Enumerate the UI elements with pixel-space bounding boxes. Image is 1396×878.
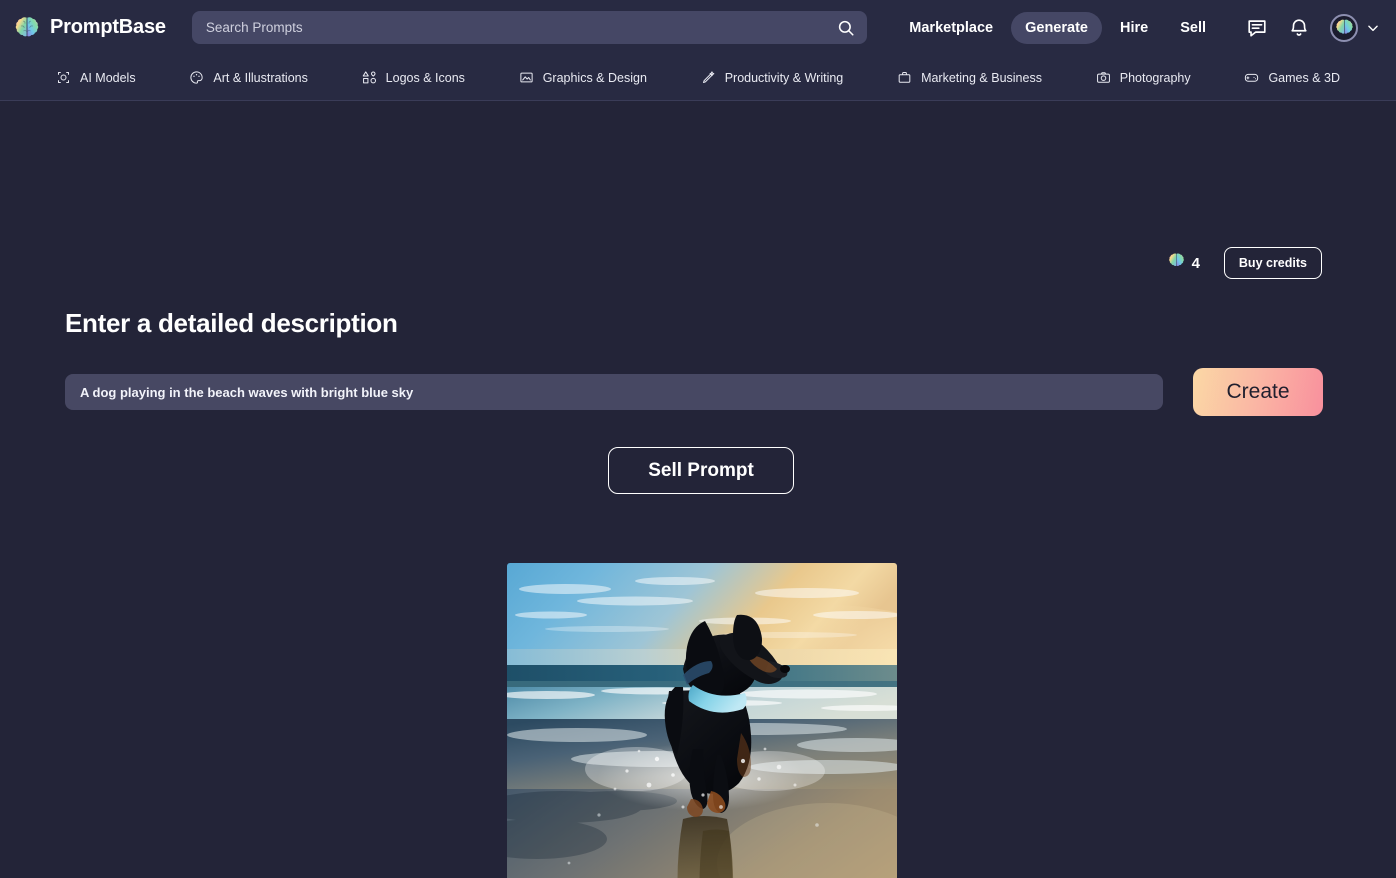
category-logos-icons[interactable]: Logos & Icons	[362, 70, 465, 85]
credit-brain-icon	[1168, 252, 1185, 274]
user-avatar[interactable]	[1330, 14, 1358, 42]
brand-logo-link[interactable]: PromptBase	[14, 15, 166, 41]
image-icon	[519, 70, 534, 85]
briefcase-icon	[897, 70, 912, 85]
search-input[interactable]	[192, 11, 867, 44]
nav-link-generate[interactable]: Generate	[1011, 12, 1102, 44]
page-title: Enter a detailed description	[65, 308, 398, 339]
credit-count: 4	[1192, 255, 1200, 272]
nav-link-hire[interactable]: Hire	[1106, 12, 1162, 44]
category-graphics-design[interactable]: Graphics & Design	[519, 70, 647, 85]
category-label: AI Models	[80, 71, 136, 85]
category-label: Productivity & Writing	[725, 71, 844, 85]
chevron-down-icon[interactable]	[1366, 21, 1380, 35]
category-label: Games & 3D	[1268, 71, 1340, 85]
credit-balance: 4	[1168, 252, 1200, 274]
account-menu[interactable]	[1330, 14, 1380, 42]
header-icon-buttons	[1246, 17, 1310, 39]
generated-result-image[interactable]	[507, 563, 897, 878]
notifications-bell-icon[interactable]	[1288, 17, 1310, 39]
category-marketing-business[interactable]: Marketing & Business	[897, 70, 1042, 85]
credits-row: 4 Buy credits	[1168, 247, 1322, 279]
category-label: Logos & Icons	[386, 71, 465, 85]
category-games-3d[interactable]: Games & 3D	[1244, 70, 1340, 85]
category-art-illustrations[interactable]: Art & Illustrations	[189, 70, 307, 85]
category-nav: AI Models Art & Illustrations	[0, 55, 1396, 101]
shapes-icon	[362, 70, 377, 85]
primary-nav: Marketplace Generate Hire Sell	[895, 12, 1220, 44]
gamepad-icon	[1244, 70, 1259, 85]
camera-icon	[1096, 70, 1111, 85]
search-container	[192, 11, 867, 44]
ai-models-icon	[56, 70, 71, 85]
prompt-row: Create	[65, 368, 1323, 416]
category-label: Marketing & Business	[921, 71, 1042, 85]
category-ai-models[interactable]: AI Models	[56, 70, 136, 85]
category-label: Art & Illustrations	[213, 71, 307, 85]
sell-prompt-button[interactable]: Sell Prompt	[608, 447, 794, 494]
category-label: Photography	[1120, 71, 1191, 85]
brain-logo-icon	[14, 15, 40, 41]
category-photography[interactable]: Photography	[1096, 70, 1191, 85]
buy-credits-button[interactable]: Buy credits	[1224, 247, 1322, 279]
search-icon[interactable]	[837, 19, 855, 37]
nav-link-sell[interactable]: Sell	[1166, 12, 1220, 44]
create-button[interactable]: Create	[1193, 368, 1323, 416]
category-label: Graphics & Design	[543, 71, 647, 85]
messages-icon[interactable]	[1246, 17, 1268, 39]
nav-link-marketplace[interactable]: Marketplace	[895, 12, 1007, 44]
brand-name: PromptBase	[50, 16, 166, 39]
palette-icon	[189, 70, 204, 85]
pencil-sparkle-icon	[701, 70, 716, 85]
top-header: PromptBase Marketplace Generate Hire Sel…	[0, 0, 1396, 55]
main-content: 4 Buy credits Enter a detailed descripti…	[0, 101, 1396, 878]
prompt-description-input[interactable]	[65, 374, 1163, 410]
category-productivity-writing[interactable]: Productivity & Writing	[701, 70, 844, 85]
